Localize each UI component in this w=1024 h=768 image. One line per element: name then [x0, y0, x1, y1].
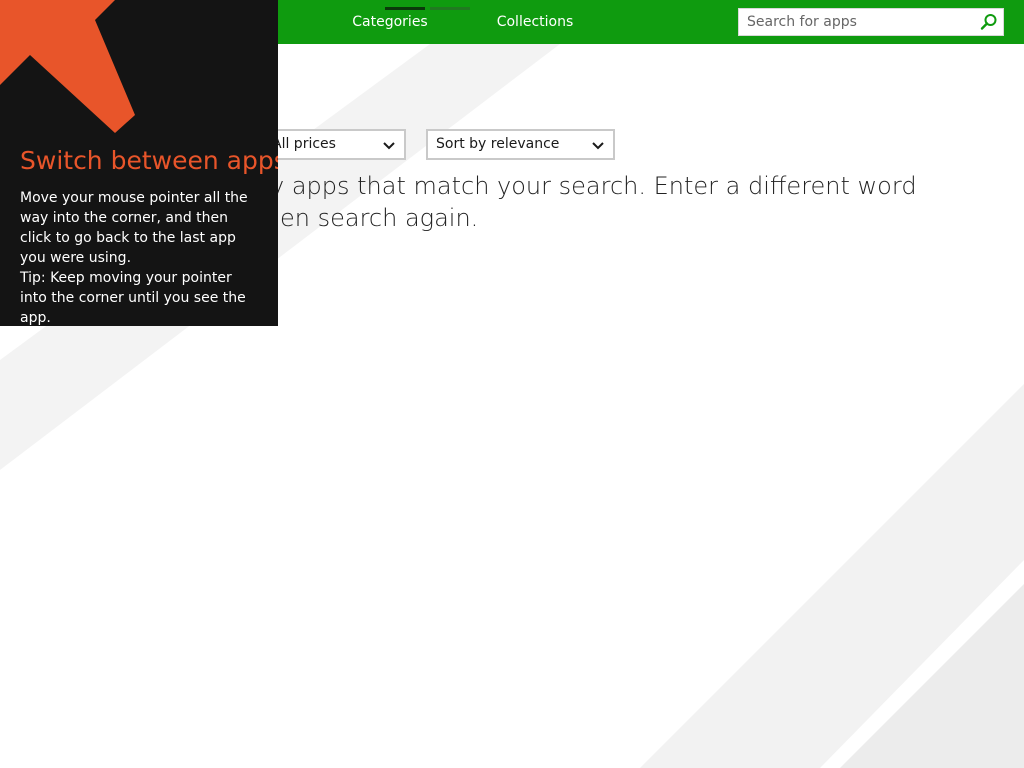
- tab-collections[interactable]: Collections: [484, 0, 586, 44]
- tutorial-body: Move your mouse pointer all the way into…: [20, 188, 260, 326]
- no-results-message: y apps that match your search. Enter a d…: [220, 170, 940, 234]
- tutorial-instructions: Move your mouse pointer all the way into…: [20, 190, 248, 266]
- message-line-2: en search again.: [280, 204, 479, 232]
- chevron-down-icon: [591, 138, 605, 152]
- chevron-down-icon: [382, 138, 396, 152]
- search-input[interactable]: [739, 9, 975, 35]
- tutorial-panel: Switch between apps Move your mouse poin…: [0, 0, 278, 326]
- tab-categories[interactable]: Categories: [340, 0, 440, 44]
- sort-label: Sort by relevance: [436, 136, 560, 152]
- tutorial-tip: Tip: Keep moving your pointer into the c…: [20, 270, 246, 326]
- price-filter-label: All prices: [272, 136, 336, 152]
- sort-dropdown[interactable]: Sort by relevance: [426, 129, 615, 160]
- search-icon[interactable]: [979, 12, 999, 32]
- search-box: [738, 8, 1004, 36]
- price-filter-dropdown[interactable]: All prices: [262, 129, 406, 160]
- message-line-1: y apps that match your search. Enter a d…: [270, 172, 917, 200]
- tutorial-title: Switch between apps: [20, 146, 278, 175]
- arrow-up-left-icon: [0, 0, 135, 133]
